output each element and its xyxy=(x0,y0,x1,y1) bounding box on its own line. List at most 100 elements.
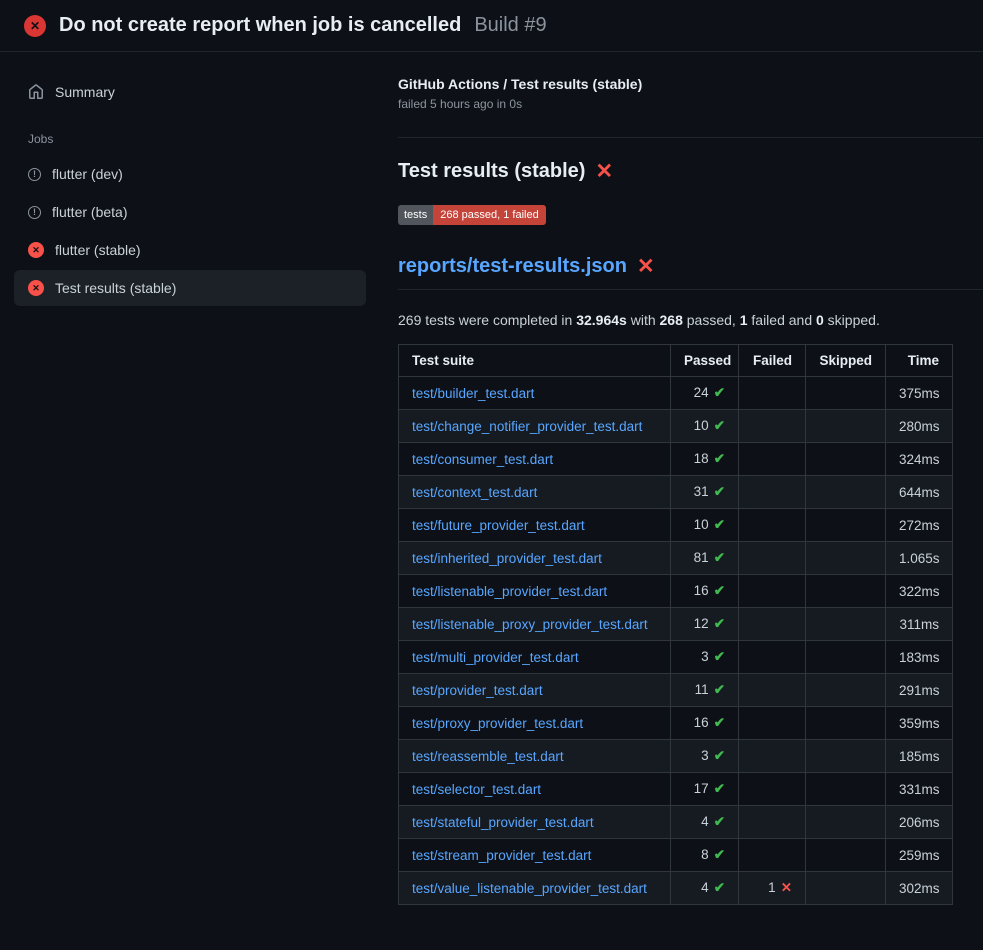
count: 16 xyxy=(694,583,709,598)
count: 11 xyxy=(695,682,709,697)
home-icon xyxy=(28,84,44,100)
count: 4 xyxy=(701,880,709,895)
summary-part: 0 xyxy=(816,312,824,328)
time-cell: 185ms xyxy=(886,740,953,773)
check-icon: ✔ xyxy=(714,550,725,565)
passed-cell: 81✔ xyxy=(671,542,739,575)
check-icon: ✔ xyxy=(714,814,725,829)
table-row: test/provider_test.dart11✔291ms xyxy=(399,674,953,707)
summary-part: 269 tests were completed in xyxy=(398,312,576,328)
time-cell: 331ms xyxy=(886,773,953,806)
test-suite-link[interactable]: test/listenable_proxy_provider_test.dart xyxy=(412,617,648,632)
test-suite-link[interactable]: test/provider_test.dart xyxy=(412,683,543,698)
suite-cell: test/change_notifier_provider_test.dart xyxy=(399,410,671,443)
time-cell: 272ms xyxy=(886,509,953,542)
sidebar-job-item[interactable]: ✕Test results (stable) xyxy=(14,270,366,306)
sidebar-item-summary[interactable]: Summary xyxy=(14,74,366,110)
skipped-cell xyxy=(806,641,886,674)
suite-cell: test/listenable_proxy_provider_test.dart xyxy=(399,608,671,641)
test-suite-link[interactable]: test/change_notifier_provider_test.dart xyxy=(412,419,642,434)
passed-cell: 17✔ xyxy=(671,773,739,806)
check-run-title-text: Test results (stable) xyxy=(398,160,585,183)
test-suite-link[interactable]: test/proxy_provider_test.dart xyxy=(412,716,583,731)
skipped-cell xyxy=(806,740,886,773)
test-suite-link[interactable]: test/builder_test.dart xyxy=(412,386,534,401)
passed-cell: 24✔ xyxy=(671,377,739,410)
column-header-time: Time xyxy=(886,345,953,377)
count: 3 xyxy=(701,748,709,763)
failed-cell: 1✕ xyxy=(739,872,806,905)
test-suite-link[interactable]: test/consumer_test.dart xyxy=(412,452,553,467)
sidebar-job-item[interactable]: !flutter (beta) xyxy=(14,194,366,230)
test-suite-link[interactable]: test/context_test.dart xyxy=(412,485,537,500)
count: 18 xyxy=(694,451,709,466)
tests-badge-label: tests xyxy=(398,205,433,225)
table-row: test/stream_provider_test.dart 8✔ 259ms xyxy=(399,839,953,872)
skipped-cell xyxy=(806,839,886,872)
test-suite-link[interactable]: test/value_listenable_provider_test.dart xyxy=(412,881,647,896)
failed-x-icon: ✕ xyxy=(595,161,613,182)
column-header-passed: Passed xyxy=(671,345,739,377)
table-row: test/inherited_provider_test.dart81✔1.06… xyxy=(399,542,953,575)
test-suite-link[interactable]: test/multi_provider_test.dart xyxy=(412,650,579,665)
suite-cell: test/proxy_provider_test.dart xyxy=(399,707,671,740)
build-title: Do not create report when job is cancell… xyxy=(59,14,461,37)
suite-cell: test/builder_test.dart xyxy=(399,377,671,410)
check-icon: ✔ xyxy=(714,484,725,499)
table-row: test/selector_test.dart 17✔ 331ms xyxy=(399,773,953,806)
column-header-failed: Failed xyxy=(739,345,806,377)
summary-part: 268 xyxy=(660,312,683,328)
skipped-cell xyxy=(806,806,886,839)
page: ✕ Do not create report when job is cance… xyxy=(0,0,983,905)
time-cell: 259ms xyxy=(886,839,953,872)
passed-cell: 18 ✔ xyxy=(671,443,739,476)
badge-row: tests 268 passed, 1 failed xyxy=(398,205,952,225)
check-icon: ✔ xyxy=(714,418,725,433)
table-row: test/builder_test.dart24✔375ms xyxy=(399,377,953,410)
failed-x-icon: ✕ xyxy=(637,256,655,277)
count: 17 xyxy=(694,781,709,796)
test-suite-link[interactable]: test/future_provider_test.dart xyxy=(412,518,585,533)
x-circle-icon: ✕ xyxy=(28,242,44,258)
passed-cell: 3✔ xyxy=(671,740,739,773)
test-suite-link[interactable]: test/inherited_provider_test.dart xyxy=(412,551,602,566)
test-suite-link[interactable]: test/stream_provider_test.dart xyxy=(412,848,591,863)
suite-cell: test/listenable_provider_test.dart xyxy=(399,575,671,608)
table-row: test/context_test.dart31✔644ms xyxy=(399,476,953,509)
suite-cell: test/context_test.dart xyxy=(399,476,671,509)
report-file-link[interactable]: reports/test-results.json xyxy=(398,255,627,278)
check-icon: ✔ xyxy=(714,880,725,895)
test-suite-link[interactable]: test/stateful_provider_test.dart xyxy=(412,815,594,830)
skipped-cell xyxy=(806,674,886,707)
job-label: flutter (dev) xyxy=(52,166,123,182)
report-heading: reports/test-results.json ✕ xyxy=(398,255,983,290)
table-row: test/consumer_test.dart18✔324ms xyxy=(399,443,953,476)
failed-cell xyxy=(739,542,806,575)
breadcrumb: GitHub Actions / Test results (stable) xyxy=(398,76,952,92)
skipped-cell xyxy=(806,872,886,905)
check-icon: ✔ xyxy=(714,847,725,862)
skipped-cell xyxy=(806,608,886,641)
passed-cell: 8✔ xyxy=(671,839,739,872)
tests-badge-value: 268 passed, 1 failed xyxy=(433,205,545,225)
tests-badge: tests 268 passed, 1 failed xyxy=(398,205,546,225)
skipped-cell xyxy=(806,410,886,443)
count: 3 xyxy=(701,649,709,664)
test-suite-link[interactable]: test/listenable_provider_test.dart xyxy=(412,584,607,599)
suite-cell: test/consumer_test.dart xyxy=(399,443,671,476)
sidebar-job-item[interactable]: !flutter (dev) xyxy=(14,156,366,192)
test-suite-link[interactable]: test/reassemble_test.dart xyxy=(412,749,564,764)
count: 1 xyxy=(768,880,776,895)
table-row: test/listenable_proxy_provider_test.dart… xyxy=(399,608,953,641)
failed-cell xyxy=(739,443,806,476)
time-cell: 280ms xyxy=(886,410,953,443)
check-icon: ✔ xyxy=(714,451,725,466)
sidebar-job-item[interactable]: ✕flutter (stable) xyxy=(14,232,366,268)
summary-part: failed and xyxy=(748,312,817,328)
suite-cell: test/provider_test.dart xyxy=(399,674,671,707)
table-row: test/change_notifier_provider_test.dart1… xyxy=(399,410,953,443)
test-suite-link[interactable]: test/selector_test.dart xyxy=(412,782,541,797)
time-cell: 206ms xyxy=(886,806,953,839)
failed-cell xyxy=(739,509,806,542)
suite-cell: test/multi_provider_test.dart xyxy=(399,641,671,674)
